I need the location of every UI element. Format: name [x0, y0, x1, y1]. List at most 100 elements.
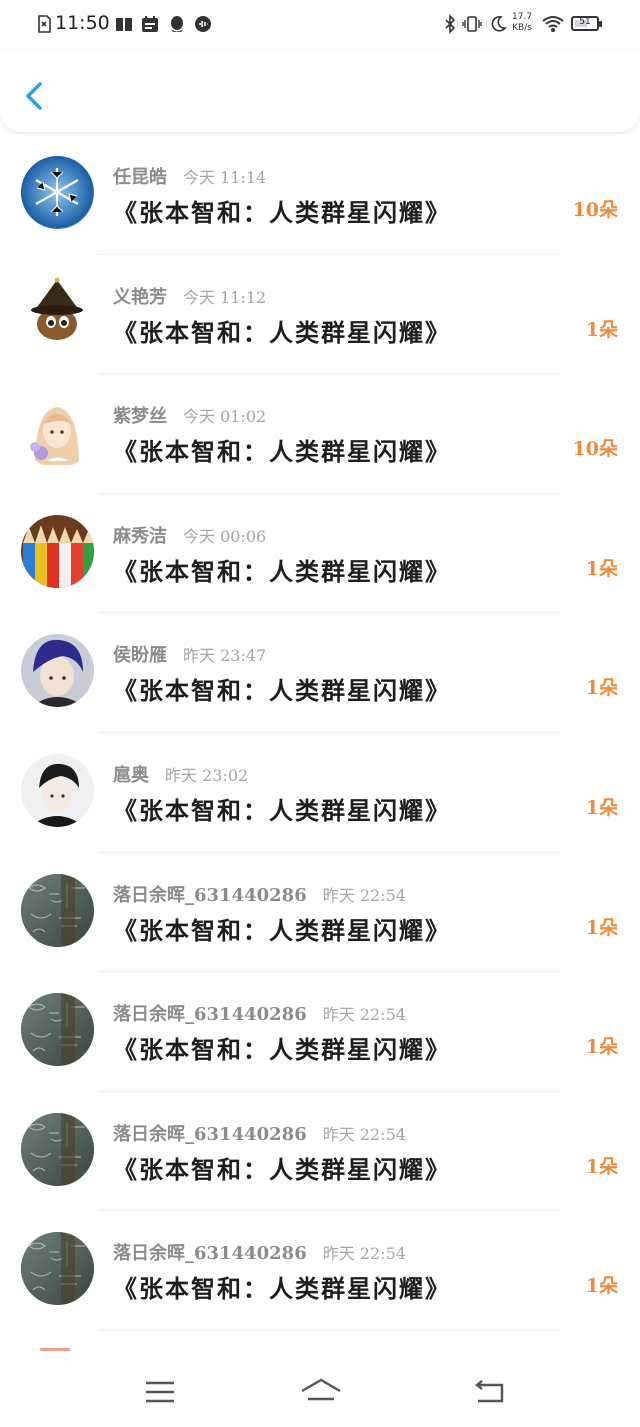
list-item[interactable]: 侯盼雁 昨天 23:47 《张本智和：人类群星闪耀》 1朵: [0, 613, 640, 733]
net-speed-unit: KB/s: [512, 23, 532, 33]
row-meta: 任昆皓 今天 11:14: [113, 163, 266, 189]
header: [0, 50, 640, 132]
send-time: 昨天 23:02: [165, 765, 249, 785]
row-meta: 落日余晖_631440286 昨天 22:54: [113, 881, 406, 907]
sender-name[interactable]: 义艳芳: [113, 287, 167, 308]
list-item[interactable]: 麻秀洁 今天 00:06 《张本智和：人类群星闪耀》 1朵: [0, 494, 640, 614]
avatar[interactable]: [21, 514, 94, 588]
home-icon[interactable]: [299, 1375, 343, 1409]
row-meta: 侯盼雁 昨天 23:47: [113, 641, 266, 667]
send-time: 今天 01:02: [183, 407, 267, 427]
send-time: 今天 11:12: [183, 287, 267, 307]
battery-icon: 51: [571, 16, 602, 31]
flower-count: 1朵: [585, 1155, 618, 1178]
row-meta: 落日余晖_631440286 昨天 22:54: [113, 1000, 406, 1026]
sender-name[interactable]: 落日余晖_631440286: [113, 1243, 307, 1264]
list-item[interactable]: 落日余晖_631440286 昨天 22:54 《张本智和：人类群星闪耀》 1朵: [0, 1211, 640, 1331]
row-meta: 扈奥 昨天 23:02: [113, 761, 248, 787]
qq-icon: [171, 16, 183, 32]
menu-icon[interactable]: [140, 1375, 180, 1409]
avatar[interactable]: [21, 873, 94, 947]
list-item[interactable]: 任昆皓 今天 11:14 《张本智和：人类群星闪耀》 10朵: [0, 135, 640, 255]
row-meta: 落日余晖_631440286 昨天 22:54: [113, 1239, 406, 1265]
back-icon[interactable]: [470, 1375, 510, 1409]
article-title[interactable]: 《张本智和：人类群星闪耀》: [113, 1030, 451, 1065]
avatar[interactable]: [21, 753, 94, 827]
avatar[interactable]: [21, 1112, 94, 1186]
wifi-icon: [542, 16, 564, 32]
book-icon: [116, 18, 132, 31]
chalkboard-avatar-image: [21, 1232, 94, 1306]
send-time: 今天 11:14: [183, 168, 267, 187]
list-item[interactable]: 扈奥 昨天 23:02 《张本智和：人类群星闪耀》 1朵: [0, 733, 640, 853]
flower-count: 1朵: [585, 677, 618, 700]
sender-name[interactable]: 落日余晖_631440286: [113, 1124, 307, 1145]
article-title[interactable]: 《张本智和：人类群星闪耀》: [113, 671, 451, 706]
row-meta: 麻秀洁 今天 00:06: [113, 522, 266, 548]
row-meta: 落日余晖_631440286 昨天 22:54: [113, 1120, 406, 1146]
screen: 11:50 17.7 KB/s 51 任昆皓 今天 11:14 《张本智和：人类…: [0, 0, 640, 1427]
chalkboard-avatar-image: [21, 1112, 94, 1186]
flower-count: 1朵: [585, 796, 618, 819]
calendar-icon: [142, 16, 158, 32]
moon-icon: [491, 16, 507, 32]
sender-name[interactable]: 落日余晖_631440286: [113, 885, 307, 906]
article-title[interactable]: 《张本智和：人类群星闪耀》: [113, 552, 451, 587]
battery-percent: 51: [579, 17, 591, 27]
article-title[interactable]: 《张本智和：人类群星闪耀》: [113, 1150, 451, 1185]
avatar[interactable]: [21, 156, 94, 229]
article-title[interactable]: 《张本智和：人类群星闪耀》: [113, 432, 451, 467]
chevron-left-icon[interactable]: [18, 76, 52, 116]
send-time: 昨天 22:54: [322, 1244, 406, 1264]
list-item[interactable]: 落日余晖_631440286 昨天 22:54 《张本智和：人类群星闪耀》 1朵: [0, 972, 640, 1092]
gift-record-list: 任昆皓 今天 11:14 《张本智和：人类群星闪耀》 10朵 义艳芳 今天 11:12 《张…: [0, 135, 640, 1331]
row-meta: 义艳芳 今天 11:12: [113, 283, 266, 309]
sender-name[interactable]: 麻秀洁: [113, 526, 167, 547]
boy-blue-hair-avatar-image: [21, 634, 94, 708]
list-item[interactable]: 紫梦丝 今天 01:02 《张本智和：人类群星闪耀》 10朵: [0, 374, 640, 494]
anime-girl-avatar-image: [21, 395, 94, 469]
article-title[interactable]: 《张本智和：人类群星闪耀》: [113, 911, 451, 946]
bluetooth-icon: [445, 14, 456, 34]
sender-name[interactable]: 任昆皓: [113, 167, 167, 188]
divider: [100, 1329, 560, 1331]
sender-name[interactable]: 侯盼雁: [113, 645, 167, 666]
next-avatar-peek: [40, 1348, 70, 1351]
list-item[interactable]: 落日余晖_631440286 昨天 22:54 《张本智和：人类群星闪耀》 1朵: [0, 1092, 640, 1212]
witch-cat-avatar-image: [21, 275, 94, 349]
flower-count: 10朵: [572, 438, 618, 461]
status-time: 11:50: [55, 12, 110, 34]
sim-off-icon: [38, 15, 51, 33]
pencils-avatar-image: [21, 514, 94, 588]
status-bar: 11:50 17.7 KB/s 51: [0, 0, 640, 50]
send-time: 昨天 22:54: [322, 1005, 406, 1025]
sender-name[interactable]: 扈奥: [113, 765, 149, 786]
flower-count: 1朵: [585, 1275, 618, 1298]
article-title[interactable]: 《张本智和：人类群星闪耀》: [113, 791, 451, 826]
send-time: 昨天 23:47: [183, 646, 267, 666]
article-title[interactable]: 《张本智和：人类群星闪耀》: [113, 313, 451, 348]
row-meta: 紫梦丝 今天 01:02: [113, 402, 266, 428]
list-item[interactable]: 落日余晖_631440286 昨天 22:54 《张本智和：人类群星闪耀》 1朵: [0, 853, 640, 973]
avatar[interactable]: [21, 395, 94, 469]
navigation-bar: [0, 1357, 640, 1427]
avatar[interactable]: [21, 993, 94, 1067]
send-time: 昨天 22:54: [322, 1124, 406, 1144]
send-time: 昨天 22:54: [322, 885, 406, 905]
article-title[interactable]: 《张本智和：人类群星闪耀》: [113, 193, 451, 228]
article-title[interactable]: 《张本智和：人类群星闪耀》: [113, 1269, 451, 1304]
net-speed: 17.7 KB/s: [512, 12, 532, 34]
voice-icon: [195, 16, 211, 32]
sender-name[interactable]: 落日余晖_631440286: [113, 1004, 307, 1025]
avatar[interactable]: [21, 275, 94, 349]
boy-portrait-avatar-image: [21, 753, 94, 827]
avatar[interactable]: [21, 1232, 94, 1306]
flower-count: 1朵: [585, 1036, 618, 1059]
sender-name[interactable]: 紫梦丝: [113, 406, 167, 427]
vibrate-icon: [462, 16, 482, 32]
list-item[interactable]: 义艳芳 今天 11:12 《张本智和：人类群星闪耀》 1朵: [0, 255, 640, 375]
snowflake-avatar-image: [21, 156, 94, 229]
flower-count: 1朵: [585, 557, 618, 580]
flower-count: 10朵: [572, 199, 618, 221]
avatar[interactable]: [21, 634, 94, 708]
